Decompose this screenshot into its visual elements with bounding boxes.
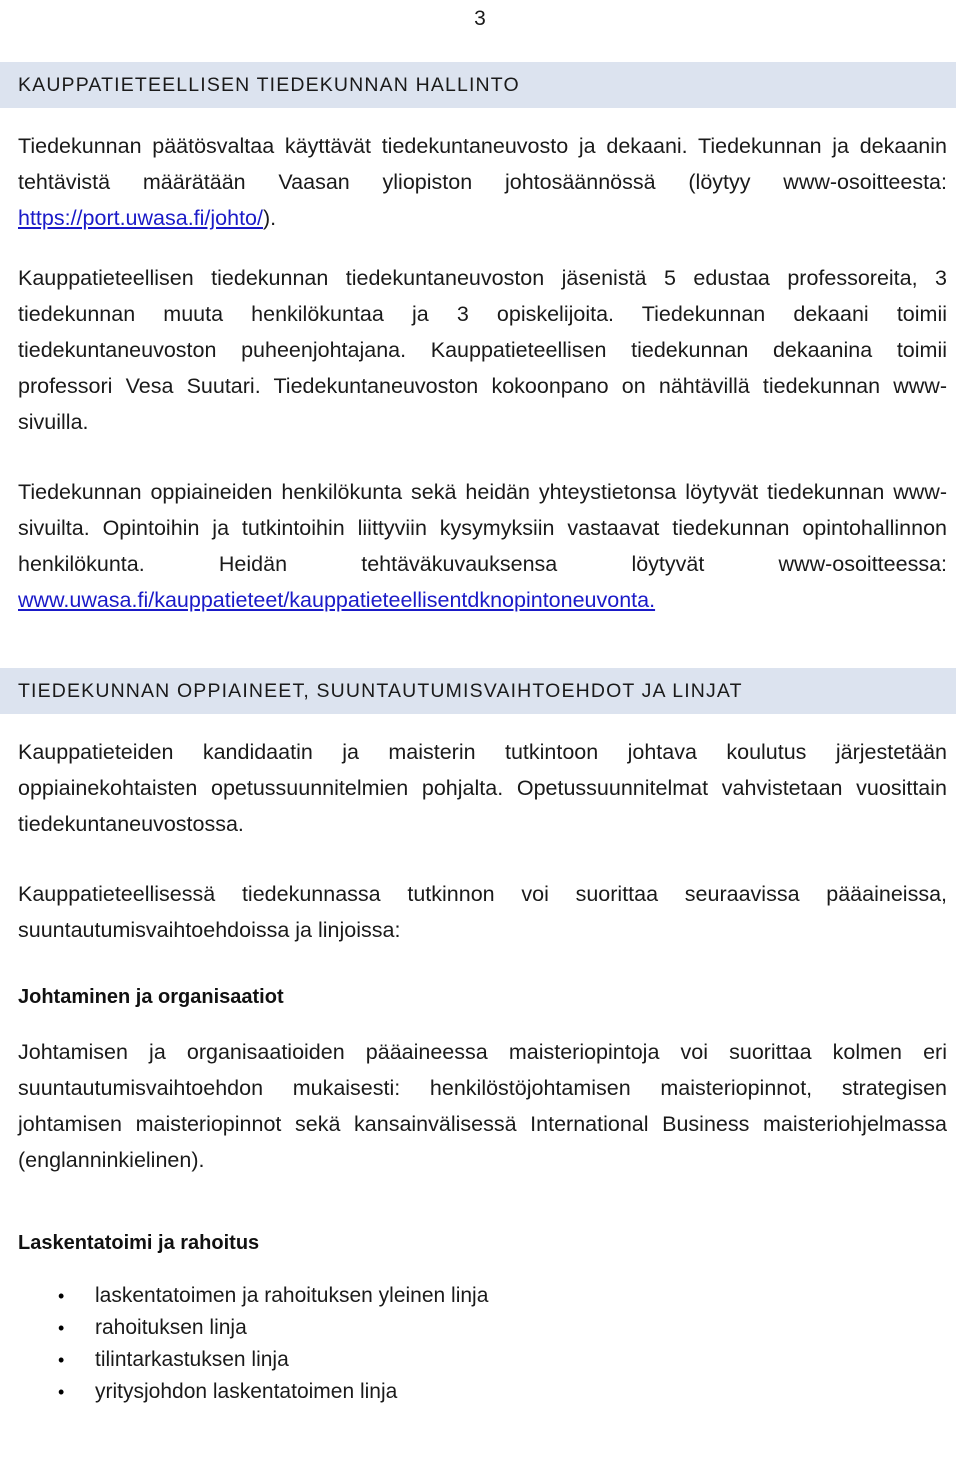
bullet-icon: •: [58, 1286, 65, 1306]
list-item: • tilintarkastuksen linja: [0, 1344, 960, 1376]
paragraph-hallinto-2: Kauppatieteellisen tiedekunnan tiedekunt…: [18, 266, 947, 434]
list-item-label: laskentatoimen ja rahoituksen yleinen li…: [95, 1284, 489, 1307]
list-item: • laskentatoimen ja rahoituksen yleinen l…: [0, 1280, 960, 1312]
bullet-icon: •: [58, 1382, 65, 1402]
section-heading-hallinto-label: KAUPPATIETEELLISEN TIEDEKUNNAN HALLINTO: [18, 74, 520, 96]
document-page: 3 KAUPPATIETEELLISEN TIEDEKUNNAN HALLINT…: [0, 0, 960, 1475]
paragraph-hallinto-3-text-before: Tiedekunnan oppiaineiden henkilökunta se…: [18, 480, 947, 576]
bullet-icon: •: [58, 1318, 65, 1338]
list-item-label: yritysjohdon laskentatoimen linja: [95, 1380, 398, 1403]
subheading-laskentatoimi: Laskentatoimi ja rahoitus: [18, 1232, 260, 1254]
paragraph-hallinto-1-text-after: ).: [263, 206, 277, 230]
list-item: • rahoituksen linja: [0, 1312, 960, 1344]
list-item-label: rahoituksen linja: [95, 1316, 247, 1339]
page-number: 3: [474, 7, 486, 30]
paragraph-johtaminen-1: Johtamisen ja organisaatioiden pääainees…: [18, 1040, 947, 1172]
paragraph-oppiaineet-2: Kauppatieteellisessä tiedekunnassa tutki…: [18, 882, 947, 942]
document-content: KAUPPATIETEELLISEN TIEDEKUNNAN HALLINTO …: [0, 62, 960, 1475]
section-heading-oppiaineet-label: TIEDEKUNNAN OPPIAINEET, SUUNTAUTUMISVAIH…: [18, 680, 743, 702]
paragraph-oppiaineet-1: Kauppatieteiden kandidaatin ja maisterin…: [18, 740, 947, 836]
section-heading-oppiaineet: TIEDEKUNNAN OPPIAINEET, SUUNTAUTUMISVAIH…: [0, 668, 956, 714]
link-opintoneuvonta[interactable]: www.uwasa.fi/kauppatieteet/kauppatieteel…: [18, 588, 655, 612]
paragraph-hallinto-1: Tiedekunnan päätösvaltaa käyttävät tiede…: [0, 128, 960, 236]
section-heading-hallinto: KAUPPATIETEELLISEN TIEDEKUNNAN HALLINTO: [0, 62, 956, 108]
list-item-label: tilintarkastuksen linja: [95, 1348, 289, 1371]
list-item: • yritysjohdon laskentatoimen linja: [0, 1376, 960, 1408]
bullet-icon: •: [58, 1350, 65, 1370]
paragraph-hallinto-3: Tiedekunnan oppiaineiden henkilökunta se…: [0, 474, 960, 618]
link-johtosaanto[interactable]: https://port.uwasa.fi/johto/: [18, 206, 263, 230]
subheading-johtaminen: Johtaminen ja organisaatiot: [18, 986, 284, 1008]
bullet-list-laskentatoimi: • laskentatoimen ja rahoituksen yleinen l…: [0, 1280, 960, 1408]
paragraph-hallinto-1-text-before: Tiedekunnan päätösvaltaa käyttävät tiede…: [18, 134, 947, 194]
